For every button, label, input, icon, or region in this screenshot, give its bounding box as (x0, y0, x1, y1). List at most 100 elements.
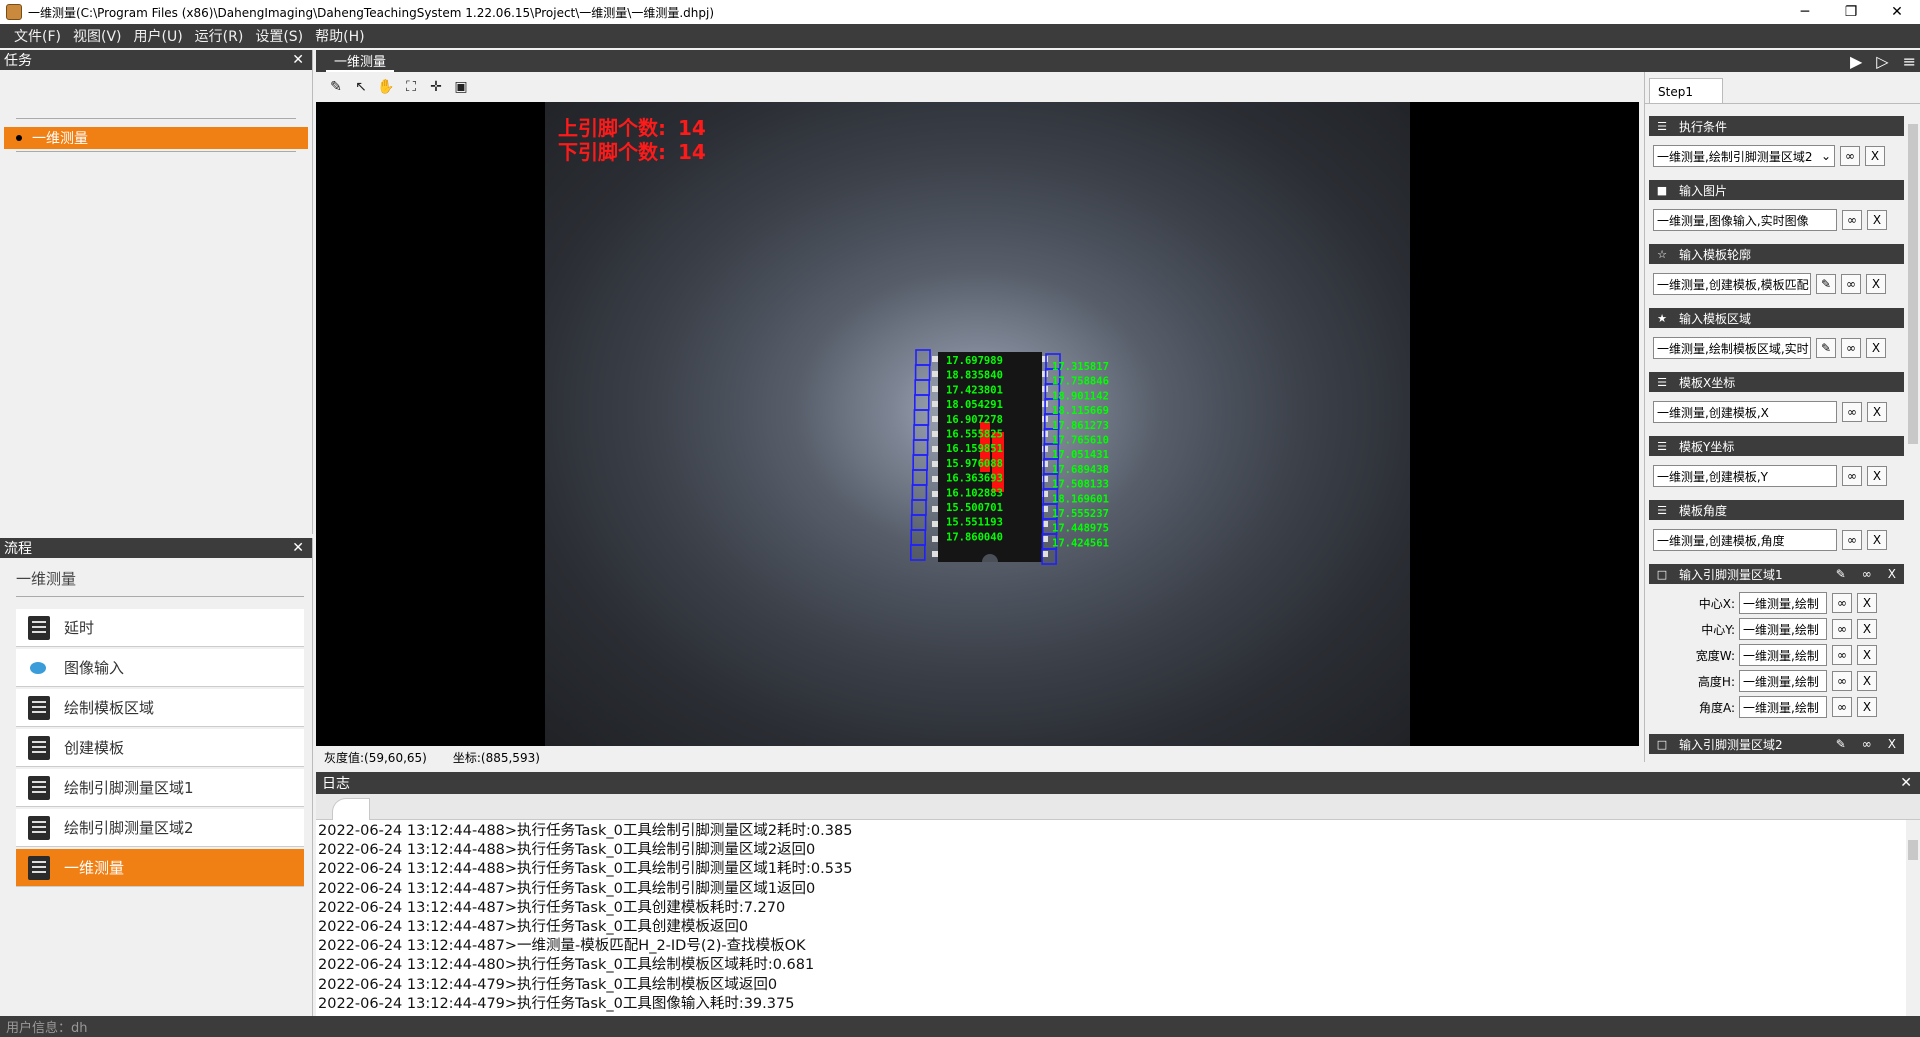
pan-hand-icon[interactable]: ✋ (376, 77, 396, 97)
remove-button[interactable]: X (1857, 619, 1877, 639)
remove-button[interactable]: X (1866, 338, 1886, 358)
run-loop-icon[interactable]: ▶ (1850, 52, 1862, 71)
region-param-input[interactable]: 一维测量,绘制 (1739, 592, 1827, 614)
pin-value-left: 17.423801 (946, 384, 1003, 396)
link-icon[interactable]: ∞ (1862, 567, 1872, 581)
maximize-button[interactable]: ❐ (1828, 0, 1874, 24)
edit-icon[interactable]: ✎ (1836, 567, 1846, 581)
flow-step-create-template[interactable]: 创建模板 (16, 729, 304, 767)
link-button[interactable]: ∞ (1832, 671, 1852, 691)
remove-icon[interactable]: X (1888, 737, 1896, 751)
link-icon[interactable]: ∞ (1862, 737, 1872, 751)
link-button[interactable]: ∞ (1842, 466, 1862, 486)
save-image-icon[interactable]: ▣ (451, 77, 471, 97)
flow-step-draw-pin-region-2[interactable]: 绘制引脚测量区域2 (16, 809, 304, 847)
param-scrollbar[interactable] (1906, 106, 1920, 762)
flow-step-image-input[interactable]: 图像输入 (16, 649, 304, 687)
remove-button[interactable]: X (1866, 274, 1886, 294)
link-button[interactable]: ∞ (1832, 593, 1852, 613)
image-viewer[interactable]: 上引脚个数: 14 下引脚个数: 14 17.697989 18.835840 17.4… (316, 102, 1639, 746)
remove-button[interactable]: X (1867, 466, 1887, 486)
edit-icon[interactable]: ✎ (1836, 737, 1846, 751)
flow-step-1d-measure[interactable]: 一维测量 (16, 849, 304, 887)
pin-value-left: 16.102883 (946, 487, 1003, 499)
condition-select[interactable]: 一维测量,绘制引脚测量区域2 (1653, 145, 1835, 167)
link-button[interactable]: ∞ (1842, 530, 1862, 550)
param-section-header: ☰ 执行条件 (1649, 116, 1904, 136)
link-button[interactable]: ∞ (1842, 210, 1862, 230)
menu-bar: 文件(F) 视图(V) 用户(U) 运行(R) 设置(S) 帮助(H) (0, 24, 1920, 48)
task-panel-close-icon[interactable]: ✕ (292, 52, 304, 68)
log-close-icon[interactable]: ✕ (1900, 775, 1912, 791)
task-panel: 任务 ✕ 一维测量 (0, 50, 313, 534)
remove-button[interactable]: X (1867, 210, 1887, 230)
pin-value-left: 16.907278 (946, 414, 1003, 426)
region-param-input[interactable]: 一维测量,绘制 (1739, 696, 1827, 718)
menu-icon[interactable]: ≡ (1903, 52, 1916, 71)
menu-run[interactable]: 运行(R) (195, 26, 244, 46)
param-input[interactable]: 一维测量,创建模板,模板匹配 (1653, 273, 1811, 295)
remove-button[interactable]: X (1857, 697, 1877, 717)
menu-view[interactable]: 视图(V) (73, 26, 122, 46)
flow-name: 一维测量 (16, 570, 77, 588)
remove-button[interactable]: X (1865, 146, 1885, 166)
menu-file[interactable]: 文件(F) (14, 26, 61, 46)
scrollbar-thumb[interactable] (1908, 124, 1918, 444)
link-button[interactable]: ∞ (1832, 645, 1852, 665)
flow-panel-close-icon[interactable]: ✕ (292, 540, 304, 556)
remove-button[interactable]: X (1857, 671, 1877, 691)
close-window-button[interactable]: ✕ (1874, 0, 1920, 24)
link-button[interactable]: ∞ (1832, 619, 1852, 639)
param-row: 一维测量,绘制模板区域,实时 ✎ ∞ X (1649, 328, 1904, 368)
bullet-icon (16, 135, 22, 141)
param-input[interactable]: 一维测量,创建模板,X (1653, 401, 1837, 423)
edit-roi-icon[interactable]: ✎ (326, 77, 346, 97)
param-input[interactable]: 一维测量,图像输入,实时图像 (1653, 209, 1837, 231)
checkbox-icon[interactable]: □ (1655, 738, 1669, 751)
remove-button[interactable]: X (1867, 530, 1887, 550)
param-row: 一维测量,创建模板,模板匹配 ✎ ∞ X (1649, 264, 1904, 304)
param-section-title: 输入图片 (1679, 183, 1728, 198)
edit-icon[interactable]: ✎ (1816, 274, 1836, 294)
param-input[interactable]: 一维测量,创建模板,Y (1653, 465, 1837, 487)
link-button[interactable]: ∞ (1841, 274, 1861, 294)
menu-user[interactable]: 用户(U) (134, 26, 183, 46)
menu-help[interactable]: 帮助(H) (315, 26, 364, 46)
select-pointer-icon[interactable]: ↖ (351, 77, 371, 97)
remove-icon[interactable]: X (1888, 567, 1896, 581)
region-param-row: 角度A: 一维测量,绘制 ∞ X (1649, 694, 1904, 720)
task-item-active[interactable]: 一维测量 (4, 127, 308, 149)
remove-button[interactable]: X (1857, 593, 1877, 613)
param-section-title: 模板X坐标 (1679, 375, 1736, 390)
pin-value-left: 17.697989 (946, 355, 1003, 367)
log-header: 日志 ✕ (316, 772, 1920, 794)
flow-step-draw-pin-region-1[interactable]: 绘制引脚测量区域1 (16, 769, 304, 807)
link-button[interactable]: ∞ (1842, 402, 1862, 422)
minimize-button[interactable]: ─ (1782, 0, 1828, 24)
tab-step1[interactable]: Step1 (1649, 78, 1723, 104)
fit-window-icon[interactable]: ⛶ (401, 77, 421, 97)
menu-settings[interactable]: 设置(S) (255, 26, 303, 46)
remove-button[interactable]: X (1867, 402, 1887, 422)
crosshair-icon[interactable]: ✛ (426, 77, 446, 97)
flow-step-delay[interactable]: 延时 (16, 609, 304, 647)
tab-1d-measure[interactable]: 一维测量 (326, 50, 395, 72)
log-scrollbar[interactable] (1906, 820, 1920, 1016)
param-input[interactable]: 一维测量,绘制模板区域,实时 (1653, 337, 1811, 359)
run-once-icon[interactable]: ▷ (1876, 52, 1888, 71)
checkbox-icon[interactable]: □ (1655, 568, 1669, 581)
link-button[interactable]: ∞ (1841, 338, 1861, 358)
region-param-input[interactable]: 一维测量,绘制 (1739, 670, 1827, 692)
region-param-input[interactable]: 一维测量,绘制 (1739, 644, 1827, 666)
region-param-input[interactable]: 一维测量,绘制 (1739, 618, 1827, 640)
edit-icon[interactable]: ✎ (1816, 338, 1836, 358)
step-list-icon (28, 615, 50, 640)
log-tab[interactable] (332, 798, 370, 820)
scrollbar-thumb[interactable] (1908, 840, 1918, 860)
param-input[interactable]: 一维测量,创建模板,角度 (1653, 529, 1837, 551)
remove-button[interactable]: X (1857, 645, 1877, 665)
link-button[interactable]: ∞ (1840, 146, 1860, 166)
flow-step-draw-template-region[interactable]: 绘制模板区域 (16, 689, 304, 727)
app-icon (6, 4, 22, 20)
link-button[interactable]: ∞ (1832, 697, 1852, 717)
